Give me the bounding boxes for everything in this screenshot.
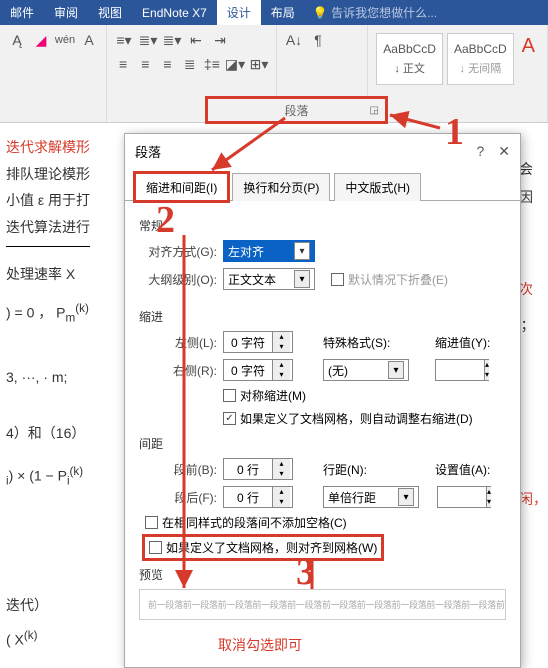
section-preview: 预览 (139, 566, 506, 583)
ribbon-tabs: 邮件 审阅 视图 EndNote X7 设计 布局 💡 告诉我您想做什么... (0, 0, 548, 25)
shading-icon[interactable]: ◪▾ (226, 55, 244, 73)
style-sample: AaBbCcD (383, 42, 436, 56)
space-after-spinner[interactable]: ▴▾ (223, 486, 293, 508)
tell-me[interactable]: 💡 告诉我您想做什么... (305, 4, 437, 21)
chevron-down-icon[interactable]: ▾ (294, 242, 310, 260)
paragraph-dialog: 段落 ? ✕ 缩进和间距(I) 换行和分页(P) 中文版式(H) 常规 对齐方式… (124, 133, 521, 668)
align-right-icon[interactable]: ≡ (159, 55, 175, 73)
space-after-label: 段后(F): (139, 489, 217, 506)
left-indent-label: 左侧(L): (139, 334, 217, 351)
numbering-icon[interactable]: ≣▾ (139, 31, 157, 49)
preview-box: 前一段落前一段落前一段落前一段落前一段落前一段落前一段落前一段落前一段落前一段落… (139, 589, 506, 620)
auto-adjust-grid-checkbox[interactable]: 如果定义了文档网格，则自动调整右缩进(D) (223, 410, 473, 427)
chevron-down-icon[interactable]: ▾ (388, 361, 404, 379)
section-spacing: 间距 (139, 435, 506, 452)
snap-to-grid-checkbox[interactable]: 如果定义了文档网格，则对齐到网格(W) (149, 539, 377, 556)
close-button[interactable]: ✕ (498, 143, 510, 160)
dialog-launcher-icon[interactable]: ◲ (370, 105, 379, 116)
space-before-spinner[interactable]: ▴▾ (223, 458, 293, 480)
left-indent-spinner[interactable]: ▴▾ (223, 331, 293, 353)
outline-select[interactable]: 正文文本▾ (223, 268, 315, 290)
style-nospacing[interactable]: AaBbCcD ↓ 无间隔 (447, 33, 514, 85)
sort-icon[interactable]: A↓ (285, 31, 303, 49)
justify-icon[interactable]: ≣ (182, 55, 198, 73)
eraser-icon[interactable]: ◢ (32, 31, 50, 49)
bullets-icon[interactable]: ≡▾ (115, 31, 133, 49)
style-name: ↓ 正文 (383, 60, 436, 76)
tab-endnote[interactable]: EndNote X7 (132, 2, 217, 24)
multilevel-icon[interactable]: ≣▾ (163, 31, 181, 49)
tab-review[interactable]: 审阅 (44, 0, 88, 25)
font-color-icon[interactable]: A (518, 31, 539, 85)
right-indent-spinner[interactable]: ▴▾ (223, 359, 293, 381)
paragraph-launcher[interactable]: 段落 ◲ (205, 96, 388, 124)
special-select[interactable]: (无)▾ (323, 359, 409, 381)
style-name: ↓ 无间隔 (454, 60, 507, 76)
tab-design[interactable]: 设计 (217, 0, 261, 25)
alignment-label: 对齐方式(G): (139, 243, 217, 260)
tab-asian-typography[interactable]: 中文版式(H) (334, 173, 421, 201)
tab-layout[interactable]: 布局 (261, 0, 305, 25)
at-spinner[interactable]: ▴▾ (437, 486, 491, 508)
alignment-select[interactable]: 左对齐▾ (223, 240, 315, 262)
mirror-indent-checkbox[interactable]: 对称缩进(M) (223, 387, 306, 404)
section-general: 常规 (139, 217, 506, 234)
align-left-icon[interactable]: ≡ (115, 55, 131, 73)
chevron-down-icon[interactable]: ▾ (294, 270, 310, 288)
space-before-label: 段前(B): (139, 461, 217, 478)
show-marks-icon[interactable]: ¶ (309, 31, 327, 49)
outline-label: 大纲级别(O): (139, 271, 217, 288)
line-spacing-icon[interactable]: ‡≡ (204, 55, 220, 73)
outdent-icon[interactable]: ⇤ (187, 31, 205, 49)
right-indent-label: 右侧(R): (139, 362, 217, 379)
line-spacing-select[interactable]: 单倍行距▾ (323, 486, 419, 508)
special-label: 特殊格式(S): (323, 334, 395, 351)
indent-icon[interactable]: ⇥ (211, 31, 229, 49)
tab-mail[interactable]: 邮件 (0, 0, 44, 25)
by-spinner[interactable]: ▴▾ (435, 359, 489, 381)
styles-gallery[interactable]: AaBbCcD ↓ 正文 AaBbCcD ↓ 无间隔 A (376, 31, 539, 85)
section-indent: 缩进 (139, 308, 506, 325)
no-space-same-style-checkbox[interactable]: 在相同样式的段落间不添加空格(C) (145, 514, 347, 531)
style-normal[interactable]: AaBbCcD ↓ 正文 (376, 33, 443, 85)
document-body: 迭代求解模形 排队理论模形终会 小值 ε 用于打。因 迭代算法进行 处理速率 X… (0, 128, 96, 659)
tab-line-page-breaks[interactable]: 换行和分页(P) (232, 173, 330, 201)
chevron-down-icon[interactable]: ▾ (398, 488, 414, 506)
by-label: 缩进值(Y): (435, 334, 490, 351)
dialog-titlebar: 段落 ? ✕ (125, 134, 520, 169)
style-sample: AaBbCcD (454, 42, 507, 56)
borders-icon[interactable]: ⊞▾ (250, 55, 268, 73)
char-border-icon[interactable]: A (80, 31, 98, 49)
collapse-checkbox: 默认情况下折叠(E) (331, 271, 448, 288)
phonetic-icon[interactable]: wén (56, 31, 74, 49)
line-spacing-label: 行距(N): (323, 461, 379, 478)
paste-icon[interactable]: Ą (8, 31, 26, 49)
tab-view[interactable]: 视图 (88, 0, 132, 25)
dialog-title: 段落 (135, 142, 161, 161)
tab-indent-spacing[interactable]: 缩进和间距(I) (135, 173, 228, 201)
help-button[interactable]: ? (476, 143, 484, 160)
at-label: 设置值(A): (435, 461, 490, 478)
paragraph-launcher-label: 段落 (284, 102, 308, 119)
align-center-icon[interactable]: ≡ (137, 55, 153, 73)
